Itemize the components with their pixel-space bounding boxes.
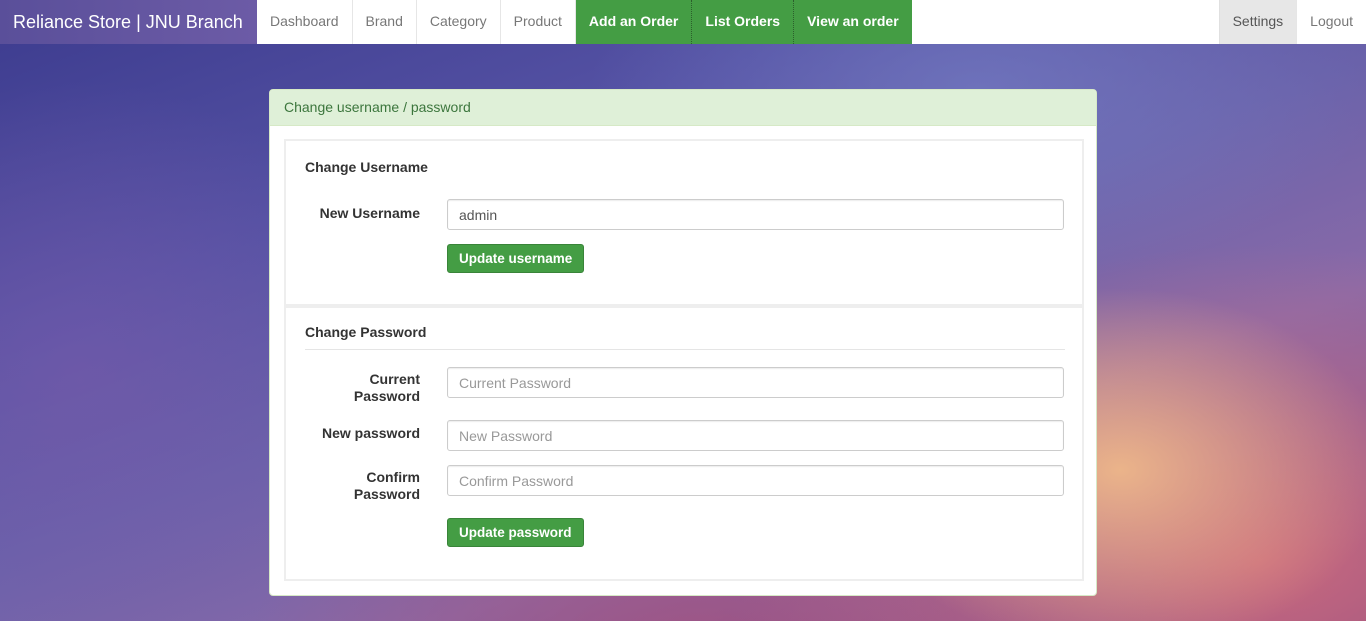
panel-heading: Change username / password xyxy=(270,90,1096,126)
nav-settings[interactable]: Settings xyxy=(1218,0,1298,44)
nav-add-order-button[interactable]: Add an Order xyxy=(575,0,693,44)
current-password-input[interactable] xyxy=(447,367,1064,398)
nav-view-order-button[interactable]: View an order xyxy=(794,0,912,44)
change-username-title: Change Username xyxy=(305,159,428,175)
nav-brand[interactable]: Brand xyxy=(353,0,417,44)
current-password-label: Current Password xyxy=(286,371,420,405)
new-username-input[interactable] xyxy=(447,199,1064,230)
new-password-input[interactable] xyxy=(447,420,1064,451)
current-password-label-line2: Password xyxy=(353,388,420,404)
confirm-password-input[interactable] xyxy=(447,465,1064,496)
confirm-password-label-line1: Confirm xyxy=(366,469,420,485)
nav-category[interactable]: Category xyxy=(417,0,501,44)
new-username-label: New Username xyxy=(319,205,420,221)
change-password-section: Change Password Current Password New pas… xyxy=(284,306,1084,581)
confirm-password-label-line2: Password xyxy=(353,486,420,502)
change-username-section: Change Username New Username Update user… xyxy=(284,139,1084,306)
nav-list-orders-button[interactable]: List Orders xyxy=(692,0,795,44)
brand-title[interactable]: Reliance Store | JNU Branch xyxy=(0,0,257,44)
update-password-button[interactable]: Update password xyxy=(447,518,584,547)
update-username-button[interactable]: Update username xyxy=(447,244,585,273)
new-password-label: New password xyxy=(321,425,420,441)
confirm-password-label: Confirm Password xyxy=(286,469,420,503)
nav-dashboard[interactable]: Dashboard xyxy=(257,0,353,44)
top-navbar: Reliance Store | JNU Branch Dashboard Br… xyxy=(0,0,1366,44)
nav-logout[interactable]: Logout xyxy=(1297,0,1366,44)
nav-product[interactable]: Product xyxy=(501,0,576,44)
change-password-title: Change Password xyxy=(305,324,427,340)
current-password-label-line1: Current xyxy=(369,371,420,387)
settings-panel: Change username / password Change Userna… xyxy=(269,89,1097,596)
section-divider xyxy=(305,349,1065,350)
